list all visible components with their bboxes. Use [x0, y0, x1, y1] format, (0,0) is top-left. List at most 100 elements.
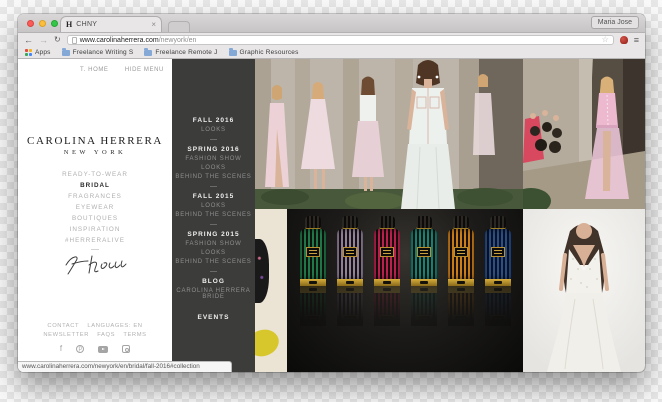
menu-item-eyewear[interactable]: EYEWEAR: [18, 204, 172, 211]
browser-titlebar: H CHNY × Maria Jose: [18, 14, 645, 33]
forward-icon[interactable]: →: [39, 36, 48, 45]
divider: [210, 186, 217, 187]
menu-item-inspiration[interactable]: INSPIRATION: [18, 226, 172, 233]
submenu-item[interactable]: CAROLINA HERRERA BRIDE: [172, 288, 255, 300]
menu-item-boutiques[interactable]: BOUTIQUES: [18, 215, 172, 222]
perfume-bottles: [287, 216, 523, 326]
submenu-title-fall-2015[interactable]: FALL 2015: [172, 193, 255, 200]
menu-item-fragrances[interactable]: FRAGRANCES: [18, 193, 172, 200]
new-tab-button[interactable]: [168, 21, 190, 32]
submenu-item[interactable]: BEHIND THE SCENES: [172, 174, 255, 180]
submenu-title-spring-2016[interactable]: SPRING 2016: [172, 146, 255, 153]
divider: [210, 139, 217, 140]
perfume-bottle: [300, 216, 326, 326]
bookmark-star-icon[interactable]: ☆: [602, 36, 609, 44]
logo-city: NEW YORK: [18, 149, 172, 156]
menu-item-herreralive[interactable]: #HERRERALIVE: [18, 237, 172, 244]
image-gallery: [255, 59, 645, 372]
submenu-item[interactable]: LOOKS: [172, 127, 255, 133]
pinterest-icon[interactable]: p: [76, 345, 84, 353]
tab-favicon-icon: H: [66, 21, 72, 29]
divider: [210, 224, 217, 225]
facebook-icon[interactable]: f: [60, 345, 62, 353]
hide-menu-link[interactable]: HIDE MENU: [125, 67, 164, 73]
folder-icon: [62, 50, 70, 56]
chrome-menu-icon[interactable]: ≡: [634, 36, 639, 45]
perfume-bottle: [448, 216, 474, 326]
perfume-collection-photo[interactable]: [287, 209, 523, 372]
submenu-title-spring-2015[interactable]: SPRING 2015: [172, 231, 255, 238]
logo-name: CAROLINA HERRERA: [18, 135, 172, 147]
terms-link[interactable]: TERMS: [123, 332, 146, 338]
page-content: T. HOME HIDE MENU CAROLINA HERRERA NEW Y…: [18, 59, 645, 372]
folder-icon: [144, 50, 152, 56]
runway-show-illustration: [255, 59, 523, 209]
submenu-item[interactable]: FASHION SHOW: [172, 156, 255, 162]
address-bar[interactable]: www.carolinaherrera.com/newyork/en ☆: [67, 35, 614, 45]
divider: [210, 271, 217, 272]
apps-grid-icon: [25, 49, 32, 56]
profile-button[interactable]: Maria Jose: [591, 16, 639, 29]
page-icon: [72, 37, 77, 44]
bookmarks-bar: Apps Freelance Writing S Freelance Remot…: [18, 47, 645, 59]
menu-item-ready-to-wear[interactable]: READY-TO-WEAR: [18, 171, 172, 178]
newsletter-link[interactable]: NEWSLETTER: [43, 332, 89, 338]
languages-link[interactable]: LANGUAGES: EN: [87, 323, 142, 329]
footer-links-row1: CONTACT LANGUAGES: EN: [18, 323, 172, 329]
bookmark-folder-graphic[interactable]: Graphic Resources: [229, 49, 299, 56]
submenu-item[interactable]: LOOKS: [172, 250, 255, 256]
contact-link[interactable]: CONTACT: [47, 323, 79, 329]
bookmark-folder-writing[interactable]: Freelance Writing S: [62, 49, 134, 56]
zoom-window-button[interactable]: [51, 20, 58, 27]
social-links: f p: [18, 345, 172, 353]
browser-tab[interactable]: H CHNY ×: [60, 16, 162, 32]
perfume-bottle: [337, 216, 363, 326]
tab-close-icon[interactable]: ×: [151, 21, 156, 29]
submenu-item[interactable]: LOOKS: [172, 165, 255, 171]
minimize-window-button[interactable]: [39, 20, 46, 27]
submenu-title-blog[interactable]: BLOG: [172, 278, 255, 285]
faqs-link[interactable]: FAQS: [97, 332, 115, 338]
collections-menu: FALL 2016 LOOKS SPRING 2016 FASHION SHOW…: [172, 59, 255, 372]
browser-window: H CHNY × Maria Jose ← → ↻ www.carolinahe…: [18, 14, 645, 372]
perfume-bottle: [485, 216, 511, 326]
brand-logo[interactable]: CAROLINA HERRERA NEW YORK: [18, 135, 172, 156]
bridal-photo[interactable]: [523, 209, 645, 372]
pink-look-illustration: [523, 59, 645, 209]
browser-toolbar: ← → ↻ www.carolinaherrera.com/newyork/en…: [18, 33, 645, 47]
url-domain: www.carolinaherrera.com: [80, 37, 159, 44]
refresh-icon[interactable]: ↻: [54, 36, 61, 44]
youtube-icon[interactable]: [98, 346, 108, 353]
back-icon[interactable]: ←: [24, 36, 33, 45]
submenu-title-fall-2016[interactable]: FALL 2016: [172, 117, 255, 124]
bookmark-folder-label: Freelance Remote J: [155, 49, 217, 56]
close-window-button[interactable]: [27, 20, 34, 27]
instagram-icon[interactable]: [122, 345, 130, 353]
floral-garment: [255, 239, 269, 303]
pink-look-photo[interactable]: [523, 59, 645, 209]
submenu-item[interactable]: FASHION SHOW: [172, 241, 255, 247]
home-link[interactable]: T. HOME: [80, 67, 109, 73]
url-path: /newyork/en: [159, 37, 197, 44]
submenu-item[interactable]: BEHIND THE SCENES: [172, 259, 255, 265]
bookmark-apps-label: Apps: [35, 49, 51, 56]
bookmark-folder-label: Graphic Resources: [240, 49, 299, 56]
perfume-bottle: [374, 216, 400, 326]
runway-show-photo[interactable]: [255, 59, 523, 209]
bookmark-apps[interactable]: Apps: [25, 49, 51, 56]
main-menu: READY-TO-WEAR BRIDAL FRAGRANCES EYEWEAR …: [18, 171, 172, 248]
look-strip-photo[interactable]: [255, 209, 287, 372]
url-text: www.carolinaherrera.com/newyork/en: [80, 37, 197, 44]
submenu-title-events[interactable]: EVENTS: [172, 314, 255, 321]
folder-icon: [229, 50, 237, 56]
tab-title: CHNY: [76, 21, 147, 28]
divider: [91, 249, 99, 250]
yellow-bag: [255, 326, 282, 361]
submenu-item[interactable]: BEHIND THE SCENES: [172, 212, 255, 218]
menu-item-bridal[interactable]: BRIDAL: [18, 182, 172, 189]
extension-icon[interactable]: [620, 36, 628, 44]
perfume-bottle: [411, 216, 437, 326]
brand-sidebar: T. HOME HIDE MENU CAROLINA HERRERA NEW Y…: [18, 59, 172, 372]
submenu-item[interactable]: LOOKS: [172, 203, 255, 209]
bookmark-folder-remote[interactable]: Freelance Remote J: [144, 49, 217, 56]
